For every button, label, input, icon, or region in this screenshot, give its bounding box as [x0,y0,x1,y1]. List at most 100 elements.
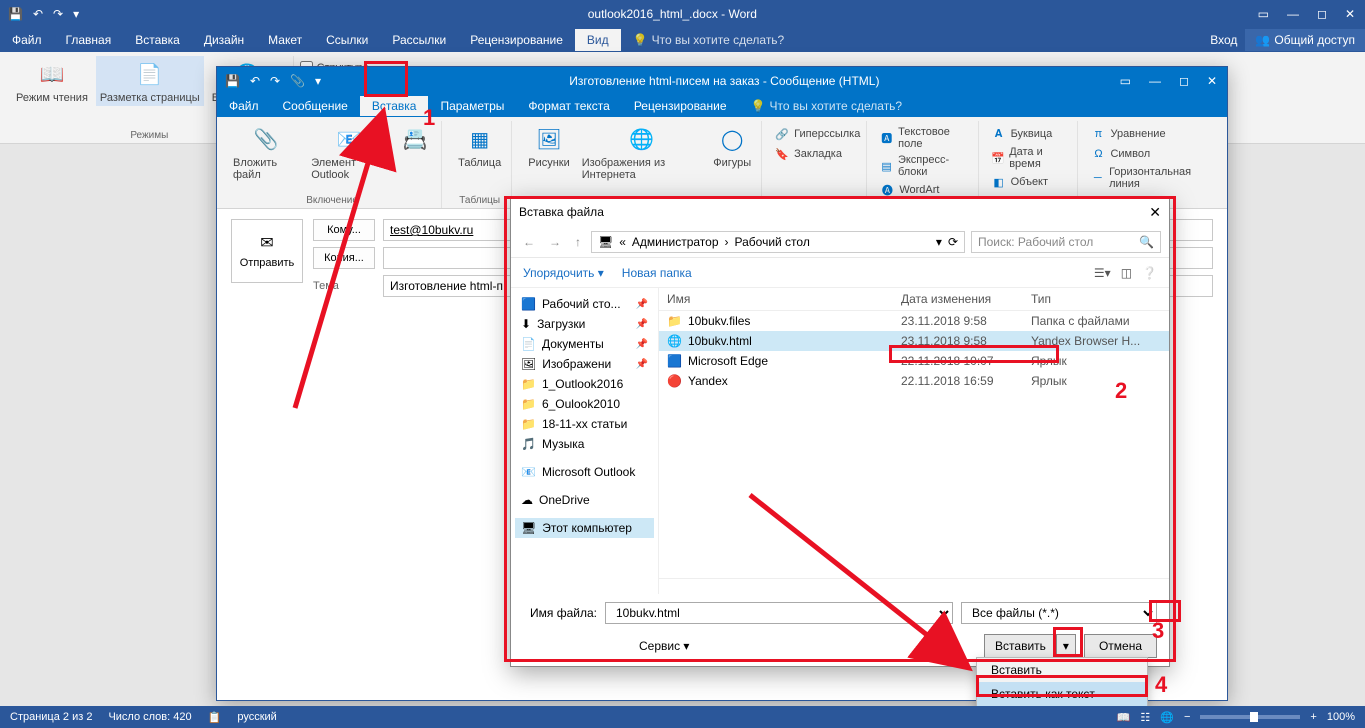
hr-button[interactable]: ─Горизонтальная линия [1090,165,1215,191]
object-button[interactable]: ◧Объект [991,173,1048,191]
help-icon[interactable]: ❔ [1142,266,1157,280]
shapes-button[interactable]: ◯Фигуры [709,121,755,183]
view-options-icon[interactable]: ☰▾ [1094,266,1111,280]
datetime-button[interactable]: 📅Дата и время [991,145,1072,171]
sign-in[interactable]: Вход [1210,33,1245,47]
organize-button[interactable]: Упорядочить ▾ [523,266,604,280]
view-web-icon[interactable]: 🌐 [1160,711,1174,724]
tell-me[interactable]: 💡 Что вы хотите сделать? [633,33,785,47]
page-indicator[interactable]: Страница 2 из 2 [10,711,92,723]
tab-view[interactable]: Вид [575,29,621,51]
tab-design[interactable]: Дизайн [192,29,256,51]
tab-review[interactable]: Рецензирование [458,29,575,51]
sidebar-item[interactable]: 🖼Изображени📌 [515,354,654,374]
tab-references[interactable]: Ссылки [314,29,380,51]
menu-insert[interactable]: Вставить [977,658,1147,682]
minimize-icon[interactable]: — [1287,7,1299,21]
nav-back-icon[interactable]: ← [519,233,539,251]
undo-icon[interactable]: ↶ [33,7,43,21]
pictures-button[interactable]: 🖼Рисунки [524,121,574,183]
ol-ribbon-opts-icon[interactable]: ▭ [1120,74,1131,88]
symbol-button[interactable]: ΩСимвол [1090,145,1150,163]
file-row[interactable]: 🌐10bukv.html23.11.2018 9:58Yandex Browse… [659,331,1169,351]
ol-tab-insert[interactable]: Вставка [360,96,429,116]
dropcap-button[interactable]: 𝐀Буквица [991,125,1053,143]
sidebar-item[interactable]: 📧Microsoft Outlook [515,462,654,482]
language-indicator[interactable]: русский [237,711,276,723]
bookmark-button[interactable]: 🔖Закладка [774,145,842,163]
zoom-level[interactable]: 100% [1327,711,1355,723]
page-layout-button[interactable]: 📄Разметка страницы [96,56,204,106]
file-row[interactable]: 🟦Microsoft Edge22.11.2018 10:07Ярлык [659,351,1169,371]
view-print-icon[interactable]: ☷ [1140,711,1150,724]
list-header[interactable]: Имя Дата изменения Тип [659,288,1169,311]
attach-file-button[interactable]: 📎Вложить файл [229,121,303,183]
word-count[interactable]: Число слов: 420 [108,711,191,723]
to-button[interactable]: Кому... [313,219,375,241]
ol-maximize-icon[interactable]: ◻ [1179,74,1189,88]
sidebar-item[interactable]: 📄Документы📌 [515,334,654,354]
view-read-icon[interactable]: 📖 [1117,711,1131,724]
dialog-close-icon[interactable]: ✕ [1149,204,1161,221]
cancel-button[interactable]: Отмена [1084,634,1157,658]
nav-up-icon[interactable]: ↑ [571,233,585,251]
share-button[interactable]: 👥 Общий доступ [1245,29,1365,51]
ol-tab-review[interactable]: Рецензирование [622,96,739,116]
file-row[interactable]: 📁10bukv.files23.11.2018 9:58Папка с файл… [659,311,1169,331]
zoom-out-icon[interactable]: − [1184,711,1190,723]
ol-undo-icon[interactable]: ↶ [250,74,260,88]
bizcard-button[interactable]: 📇 [395,121,435,183]
ol-redo-icon[interactable]: ↷ [270,74,280,88]
ol-tab-format[interactable]: Формат текста [516,96,621,116]
proofing-icon[interactable]: 📋 [208,711,222,724]
tab-mailings[interactable]: Рассылки [380,29,458,51]
new-folder-button[interactable]: Новая папка [622,266,692,280]
tools-button[interactable]: Сервис ▾ [639,639,689,653]
ol-attach-icon[interactable]: 📎 [290,74,305,88]
filename-input[interactable]: 10bukv.html [605,602,953,624]
maximize-icon[interactable]: ◻ [1317,7,1327,21]
refresh-icon[interactable]: ⟳ [948,235,958,249]
online-pictures-button[interactable]: 🌐Изображения из Интернета [578,121,705,183]
tab-home[interactable]: Главная [54,29,124,51]
insert-dropdown-arrow[interactable]: ▾ [1057,634,1076,658]
preview-pane-icon[interactable]: ◫ [1121,266,1132,280]
equation-button[interactable]: πУравнение [1090,125,1165,143]
filetype-select[interactable]: Все файлы (*.*) [961,602,1157,624]
search-input[interactable]: Поиск: Рабочий стол 🔍 [971,231,1161,253]
ol-tell-me[interactable]: 💡 Что вы хотите сделать? [751,99,903,113]
outlook-item-button[interactable]: 📧Элемент Outlook [307,121,391,183]
sidebar-item[interactable]: 📁18-11-xx статьи [515,414,654,434]
sidebar-item[interactable]: ☁OneDrive [515,490,654,510]
sidebar-item[interactable]: 🟦Рабочий сто...📌 [515,294,654,314]
ol-close-icon[interactable]: ✕ [1207,74,1217,88]
sidebar-item[interactable]: 🎵Музыка [515,434,654,454]
ol-tab-file[interactable]: Файл [217,96,271,116]
ol-save-icon[interactable]: 💾 [225,74,240,88]
sidebar-item[interactable]: 🖥Этот компьютер [515,518,654,538]
file-row[interactable]: 🔴Yandex22.11.2018 16:59Ярлык [659,371,1169,391]
chevron-down-icon[interactable]: ▾ [936,235,942,249]
redo-icon[interactable]: ↷ [53,7,63,21]
qat-more-icon[interactable]: ▾ [73,7,79,21]
sidebar-item[interactable]: ⬇Загрузки📌 [515,314,654,334]
textbox-button[interactable]: 🅰Текстовое поле [879,125,971,151]
tab-file[interactable]: Файл [0,29,54,51]
ol-tab-options[interactable]: Параметры [428,96,516,116]
send-button[interactable]: ✉ Отправить [231,219,303,283]
ribbon-options-icon[interactable]: ▭ [1258,7,1269,21]
ol-qat-more-icon[interactable]: ▾ [315,74,321,88]
ol-minimize-icon[interactable]: — [1149,74,1161,88]
sidebar-item[interactable]: 📁1_Outlook2016 [515,374,654,394]
cc-button[interactable]: Копия... [313,247,375,269]
tab-insert[interactable]: Вставка [123,29,192,51]
zoom-slider[interactable] [1200,715,1300,719]
horizontal-scrollbar[interactable] [659,578,1169,594]
address-bar[interactable]: 🖥 « Администратор › Рабочий стол ▾ ⟳ [591,231,965,253]
ol-tab-message[interactable]: Сообщение [271,96,360,116]
nav-fwd-icon[interactable]: → [545,233,565,251]
close-icon[interactable]: ✕ [1345,7,1355,21]
quickparts-button[interactable]: ▤Экспресс-блоки [879,153,971,179]
read-mode-button[interactable]: 📖Режим чтения [12,56,92,106]
sidebar-item[interactable]: 📁6_Oulook2010 [515,394,654,414]
